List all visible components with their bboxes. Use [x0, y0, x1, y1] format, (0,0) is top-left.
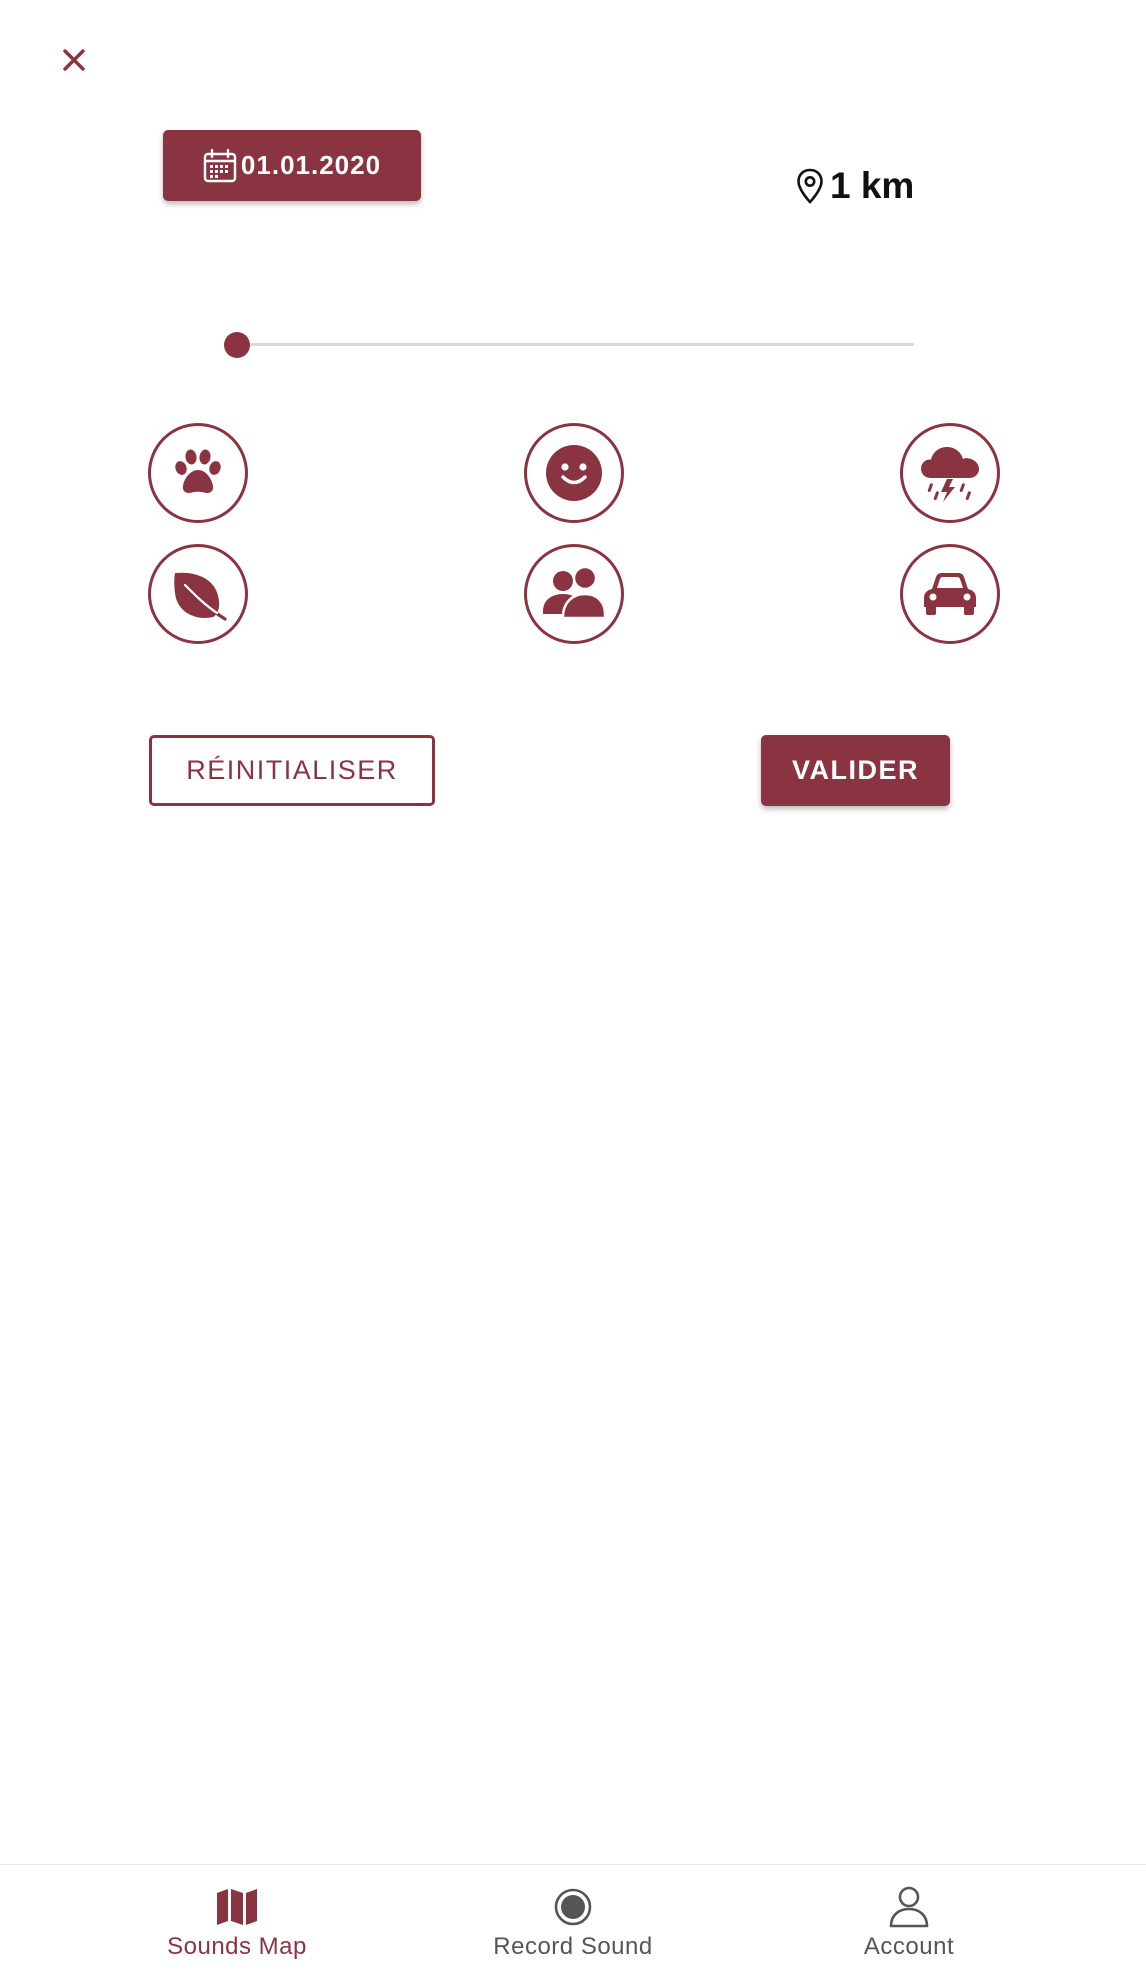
- submit-button[interactable]: VALIDER: [761, 735, 950, 806]
- close-button[interactable]: [56, 42, 92, 78]
- bottom-navigation: Sounds Map Record Sound Account: [0, 1864, 1146, 1978]
- close-icon: [63, 49, 85, 71]
- storm-cloud-icon: [921, 447, 979, 502]
- nav-item-record-sound[interactable]: Record Sound: [413, 1865, 733, 1979]
- paw-icon: [175, 449, 221, 493]
- category-emotions-button[interactable]: [524, 423, 624, 523]
- slider-thumb[interactable]: [224, 332, 250, 358]
- distance-indicator: 1 km: [796, 162, 914, 210]
- slider-track[interactable]: [236, 343, 914, 346]
- category-nature-button[interactable]: [148, 544, 248, 644]
- nav-label-record-sound: Record Sound: [493, 1933, 653, 1960]
- map-pin-icon: [797, 168, 823, 204]
- category-animals-button[interactable]: [148, 423, 248, 523]
- date-label: 01.01.2020: [240, 150, 382, 180]
- record-icon: [554, 1888, 592, 1926]
- nav-label-sounds-map: Sounds Map: [167, 1933, 307, 1960]
- smile-icon: [546, 445, 602, 501]
- date-picker-button[interactable]: 01.01.2020: [163, 130, 421, 201]
- reset-button[interactable]: RÉINITIALISER: [149, 735, 435, 806]
- calendar-icon: [203, 148, 237, 182]
- distance-slider[interactable]: [224, 327, 914, 363]
- nav-item-account[interactable]: Account: [749, 1865, 1069, 1979]
- distance-label: 1 km: [830, 165, 915, 206]
- category-people-button[interactable]: [524, 544, 624, 644]
- nav-label-account: Account: [863, 1933, 955, 1960]
- category-weather-button[interactable]: [900, 423, 1000, 523]
- car-icon: [924, 573, 976, 615]
- nav-item-sounds-map[interactable]: Sounds Map: [77, 1865, 397, 1979]
- user-icon: [889, 1886, 929, 1928]
- category-vehicles-button[interactable]: [900, 544, 1000, 644]
- map-icon: [217, 1889, 257, 1925]
- users-icon: [543, 567, 607, 620]
- leaf-icon: [174, 572, 227, 621]
